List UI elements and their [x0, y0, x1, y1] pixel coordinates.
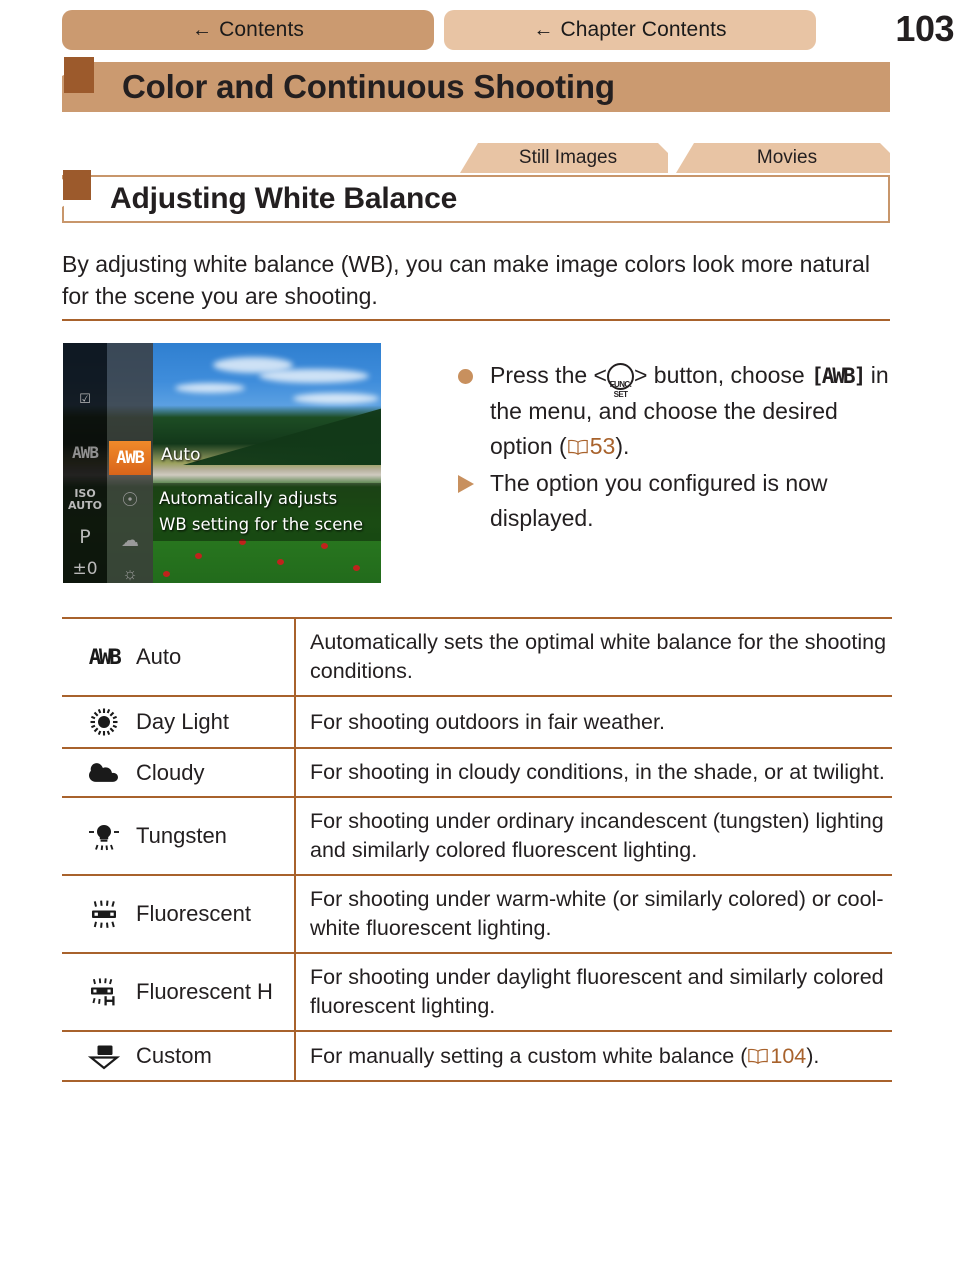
- camera-screen-illustration: ☑ AWB ISO AUTO P ±0 AWB ☉ ☁ ☼ Auto Automa…: [63, 343, 381, 583]
- lcd-exposure-label: ±0: [72, 559, 98, 579]
- option-cell: Fluorescent H: [62, 952, 296, 1032]
- instruction-steps: Press the < FUNC. SET > button, choose [AWB…: [456, 358, 892, 538]
- flower-dot: [195, 553, 202, 559]
- cloud-shape: [293, 393, 379, 404]
- lcd-tungsten-icon: ☼: [122, 564, 138, 583]
- awb-icon-text: AWB: [88, 645, 122, 669]
- horizontal-divider: [62, 319, 890, 321]
- flower-dot: [321, 543, 328, 549]
- contents-button-label: Contents: [219, 18, 304, 41]
- lcd-daylight-icon: ☉: [121, 490, 139, 511]
- page-number: 103: [895, 8, 954, 49]
- option-name: Day Light: [136, 709, 229, 734]
- result-triangle-icon: [458, 475, 474, 493]
- option-name: Fluorescent: [136, 901, 251, 926]
- back-arrow-icon: ←: [533, 19, 554, 41]
- section-marker-square: [63, 170, 91, 200]
- book-reference-icon: [567, 439, 588, 456]
- step-result-text: The option you configured is now display…: [490, 470, 828, 531]
- tab-movies-label: Movies: [756, 147, 818, 168]
- option-description: For shooting under daylight fluorescent …: [295, 952, 892, 1032]
- chapter-contents-button-label: Chapter Contents: [560, 18, 727, 41]
- option-description: Automatically sets the optimal white bal…: [295, 617, 892, 697]
- set-label: SET: [613, 390, 628, 399]
- daylight-sun-icon: [80, 707, 128, 737]
- bullet-dot-icon: [458, 369, 473, 384]
- option-cell: AWB Auto: [62, 617, 296, 697]
- option-description: For shooting outdoors in fair weather.: [295, 695, 892, 749]
- chapter-contents-button[interactable]: ← Chapter Contents: [444, 10, 816, 50]
- flower-dot: [353, 565, 360, 571]
- fluorescent-tube-icon: [80, 898, 128, 930]
- lcd-selected-awb-option: AWB: [109, 441, 151, 475]
- intro-paragraph: By adjusting white balance (WB), you can…: [62, 251, 870, 309]
- lcd-p-mode-label: P: [79, 526, 91, 548]
- lcd-desc-line1: Automatically adjusts: [159, 489, 338, 508]
- table-row: Custom For manually setting a custom whi…: [62, 1030, 892, 1082]
- option-cell: Custom: [62, 1030, 296, 1082]
- option-description: For shooting under ordinary incandescent…: [295, 796, 892, 876]
- tab-still-images-label: Still Images: [518, 147, 618, 168]
- option-name: Tungsten: [136, 823, 227, 848]
- custom-description-before-ref: For manually setting a custom white bala…: [310, 1043, 748, 1068]
- table-row: Fluorescent For shooting under warm-whit…: [62, 874, 892, 954]
- chapter-title: Color and Continuous Shooting: [122, 68, 615, 105]
- lcd-option-name: Auto: [161, 445, 201, 465]
- chapter-marker-square: [64, 57, 94, 93]
- white-balance-options-table: AWB Auto Automatically sets the optimal …: [62, 617, 892, 1082]
- func-set-button-icon: FUNC. SET: [606, 363, 634, 399]
- cloudy-cloud-icon: [80, 760, 128, 786]
- tab-still-images: Still Images: [460, 143, 668, 173]
- option-description: For manually setting a custom white bala…: [295, 1030, 892, 1082]
- option-name: Auto: [136, 644, 182, 669]
- lcd-cloudy-icon: ☁: [121, 530, 139, 550]
- step-option-displayed: The option you configured is now display…: [456, 466, 892, 536]
- step-text-after-button: > button, choose: [633, 362, 805, 388]
- option-description: For shooting under warm-white (or simila…: [295, 874, 892, 954]
- awb-bracket-tag: [AWB]: [811, 364, 866, 388]
- step-text-line3-end: ).: [615, 433, 630, 459]
- back-arrow-icon: ←: [192, 19, 213, 41]
- mode-tab-group: Still Images Movies: [62, 143, 890, 173]
- lcd-option-description: Automatically adjusts WB setting for the…: [153, 483, 381, 541]
- flower-dot: [277, 559, 284, 565]
- page-title: Adjusting White Balance: [110, 182, 458, 215]
- cloud-shape: [259, 369, 369, 383]
- step-press-func-button: Press the < FUNC. SET > button, choose [AWB…: [456, 358, 892, 464]
- table-row: Cloudy For shooting in cloudy conditions…: [62, 747, 892, 798]
- custom-wb-icon: [80, 1042, 128, 1070]
- book-reference-icon: [748, 1048, 769, 1064]
- option-cell: Day Light: [62, 695, 296, 749]
- table-row: AWB Auto Automatically sets the optimal …: [62, 617, 892, 697]
- option-cell: Cloudy: [62, 747, 296, 798]
- tungsten-bulb-icon: [80, 821, 128, 851]
- table-row: Tungsten For shooting under ordinary inc…: [62, 796, 892, 876]
- option-name: Fluorescent H: [136, 979, 273, 1004]
- option-description: For shooting in cloudy conditions, in th…: [295, 747, 892, 798]
- custom-description-after-ref: ).: [806, 1043, 820, 1068]
- option-name: Custom: [136, 1043, 212, 1068]
- page-reference-104[interactable]: 104: [770, 1044, 806, 1068]
- table-row: Day Light For shooting outdoors in fair …: [62, 695, 892, 749]
- step-text-before-button: Press the <: [490, 362, 607, 388]
- awb-icon: AWB: [80, 645, 128, 669]
- lcd-awb-function-label: AWB: [72, 443, 99, 462]
- cloud-shape: [175, 383, 245, 393]
- contents-button[interactable]: ← Contents: [62, 10, 434, 50]
- table-row: Fluorescent H For shooting under dayligh…: [62, 952, 892, 1032]
- option-name: Cloudy: [136, 759, 205, 785]
- fluorescent-h-icon: [80, 976, 128, 1008]
- lcd-camera-icon: ☑: [79, 392, 91, 407]
- flower-dot: [163, 571, 170, 577]
- option-cell: Fluorescent: [62, 874, 296, 954]
- tab-movies: Movies: [676, 143, 890, 173]
- option-cell: Tungsten: [62, 796, 296, 876]
- top-navigation-bar: ← Contents ← Chapter Contents 103: [62, 8, 954, 54]
- lcd-desc-line2: WB setting for the scene: [159, 515, 364, 534]
- page-reference-53[interactable]: 53: [590, 433, 616, 459]
- lcd-iso-auto-label: ISO AUTO: [68, 487, 102, 512]
